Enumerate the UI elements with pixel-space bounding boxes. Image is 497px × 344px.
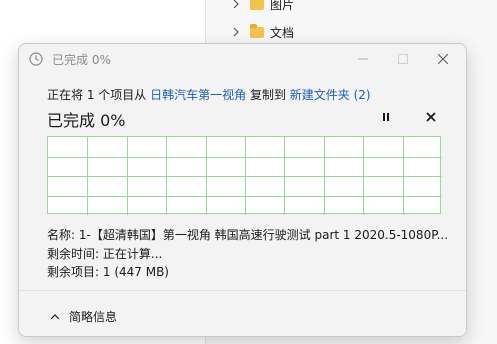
time-remaining-row: 剩余时间: 正在计算... <box>47 245 162 262</box>
close-button[interactable] <box>427 48 459 70</box>
dialog-footer: 简略信息 <box>19 290 466 336</box>
file-name-label: 名称: <box>47 228 76 242</box>
dialog-titlebar[interactable]: 已完成 0% <box>19 44 466 74</box>
folder-icon <box>250 0 264 10</box>
progress-status: 已完成 0% <box>47 111 126 130</box>
speed-graph-grid <box>48 137 442 215</box>
time-remaining-value: 正在计算... <box>102 247 163 261</box>
pause-button[interactable] <box>377 108 395 126</box>
fewer-details-label: 简略信息 <box>69 310 118 324</box>
maximize-button[interactable] <box>387 48 419 70</box>
source-folder-link[interactable]: 日韩汽车第一视角 <box>150 88 246 102</box>
tree-item-label: 文档 <box>270 25 295 40</box>
items-remaining-label: 剩余项目: <box>47 265 100 279</box>
minimize-button[interactable] <box>347 48 379 70</box>
tree-item-documents[interactable]: 文档 <box>230 22 294 42</box>
items-remaining-row: 剩余项目: 1 (447 MB) <box>47 263 169 280</box>
copy-progress-dialog: 已完成 0% 正在将 1 个项目从 日韩汽车第一视角 复制到 新建文件夹 (2)… <box>18 43 467 337</box>
destination-folder-link[interactable]: 新建文件夹 (2) <box>290 88 371 102</box>
file-name-row: 名称: 1-【超清韩国】第一视角 韩国高速行驶测试 part 1 2020.5-… <box>47 226 447 243</box>
dialog-title: 已完成 0% <box>52 53 111 67</box>
fewer-details-toggle[interactable]: 简略信息 <box>49 308 117 325</box>
cancel-copy-button[interactable] <box>422 108 440 126</box>
folder-icon <box>250 23 264 38</box>
tree-item-label: 图片 <box>270 0 295 12</box>
copy-middle-text: 复制到 <box>249 88 286 102</box>
chevron-right-icon[interactable] <box>230 26 242 38</box>
copy-description: 正在将 1 个项目从 日韩汽车第一视角 复制到 新建文件夹 (2) <box>47 86 371 103</box>
copy-prefix-text: 正在将 1 个项目从 <box>47 88 147 102</box>
tree-item-pictures[interactable]: 图片 <box>230 0 294 14</box>
file-name-value: 1-【超清韩国】第一视角 韩国高速行驶测试 part 1 2020.5-1080… <box>78 228 447 242</box>
clock-icon <box>29 52 43 66</box>
time-remaining-label: 剩余时间: <box>47 247 100 261</box>
speed-graph <box>47 136 442 215</box>
items-remaining-value: 1 (447 MB) <box>102 265 169 279</box>
chevron-up-icon <box>49 311 61 323</box>
chevron-right-icon[interactable] <box>230 0 242 10</box>
